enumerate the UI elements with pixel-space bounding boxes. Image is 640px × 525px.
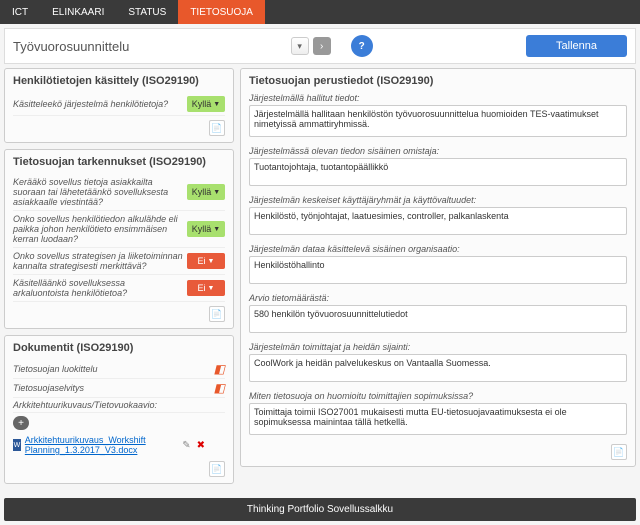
delete-icon[interactable]: ✖: [197, 440, 205, 451]
question-label: Käsitteleekö järjestelmä henkilötietoja?: [13, 99, 187, 109]
text-field[interactable]: [249, 158, 627, 186]
note-icon[interactable]: 📄: [209, 461, 225, 477]
note-icon[interactable]: 📄: [611, 444, 627, 460]
panel-documents: Dokumentit (ISO29190) Tietosuojan luokit…: [4, 335, 234, 484]
text-field[interactable]: [249, 305, 627, 333]
field-label: Järjestelmässä olevan tiedon sisäinen om…: [249, 146, 627, 156]
text-field[interactable]: [249, 256, 627, 284]
panel-title: Dokumentit (ISO29190): [13, 342, 225, 354]
yes-no-select[interactable]: Ei▼: [187, 253, 225, 269]
note-icon[interactable]: 📄: [209, 306, 225, 322]
open-icon[interactable]: ◧: [214, 381, 225, 395]
text-field[interactable]: [249, 354, 627, 382]
save-button[interactable]: Tallenna: [526, 35, 627, 57]
text-field[interactable]: [249, 207, 627, 235]
question-label: Onko sovellus strategisen ja liiketoimin…: [13, 251, 187, 271]
header-bar: Työvuorosuunnittelu ▾ › ? Tallenna: [4, 28, 636, 64]
yes-no-select[interactable]: Kyllä▼: [187, 221, 225, 237]
question-label: Kerääkö sovellus tietoja asiakkailta suo…: [13, 177, 187, 207]
nav-status[interactable]: STATUS: [116, 0, 178, 24]
panel-title: Henkilötietojen käsittely (ISO29190): [13, 75, 225, 87]
doc-link[interactable]: Tietosuojan luokittelu: [13, 364, 97, 374]
field-label: Järjestelmän toimittajat ja heidän sijai…: [249, 342, 627, 352]
panel-title: Tietosuojan tarkennukset (ISO29190): [13, 156, 225, 168]
panel-personal-data: Henkilötietojen käsittely (ISO29190) Käs…: [4, 68, 234, 143]
doc-link: Arkkitehtuurikuvaus/Tietovuokaavio:: [13, 400, 157, 410]
page-title: Työvuorosuunnittelu: [13, 39, 129, 54]
field-label: Arvio tietomäärästä:: [249, 293, 627, 303]
field-label: Järjestelmän keskeiset käyttäjäryhmät ja…: [249, 195, 627, 205]
next-button[interactable]: ›: [313, 37, 331, 55]
question-label: Onko sovellus henkilötiedon alkulähde el…: [13, 214, 187, 244]
add-file-button[interactable]: +: [13, 416, 29, 430]
top-navigation: ICT ELINKAARI STATUS TIETOSUOJA: [0, 0, 640, 24]
yes-no-select[interactable]: Ei▼: [187, 280, 225, 296]
edit-icon[interactable]: ✎: [182, 440, 190, 451]
field-label: Järjestelmän dataa käsittelevä sisäinen …: [249, 244, 627, 254]
nav-ict[interactable]: ICT: [0, 0, 40, 24]
doc-link[interactable]: Tietosuojaselvitys: [13, 383, 84, 393]
nav-tietosuoja[interactable]: TIETOSUOJA: [178, 0, 265, 24]
yes-no-select[interactable]: Kyllä▼: [187, 96, 225, 112]
panel-basic-info: Tietosuojan perustiedot (ISO29190) Järje…: [240, 68, 636, 467]
field-label: Järjestelmällä hallitut tiedot:: [249, 93, 627, 103]
file-link[interactable]: Arkkitehtuurikuvaus_Workshift Planning_1…: [25, 435, 178, 455]
text-field[interactable]: [249, 105, 627, 137]
open-icon[interactable]: ◧: [214, 362, 225, 376]
note-icon[interactable]: 📄: [209, 120, 225, 136]
footer-bar: Thinking Portfolio Sovellussalkku: [4, 498, 636, 521]
nav-elinkaari[interactable]: ELINKAARI: [40, 0, 116, 24]
field-label: Miten tietosuoja on huomioitu toimittaji…: [249, 391, 627, 401]
help-icon[interactable]: ?: [351, 35, 373, 57]
question-label: Käsitelläänkö sovelluksessa arkaluontois…: [13, 278, 187, 298]
panel-title: Tietosuojan perustiedot (ISO29190): [249, 75, 627, 87]
text-field[interactable]: [249, 403, 627, 435]
word-file-icon: W: [13, 439, 21, 451]
dropdown-toggle[interactable]: ▾: [291, 37, 309, 55]
panel-refinements: Tietosuojan tarkennukset (ISO29190) Kerä…: [4, 149, 234, 329]
yes-no-select[interactable]: Kyllä▼: [187, 184, 225, 200]
